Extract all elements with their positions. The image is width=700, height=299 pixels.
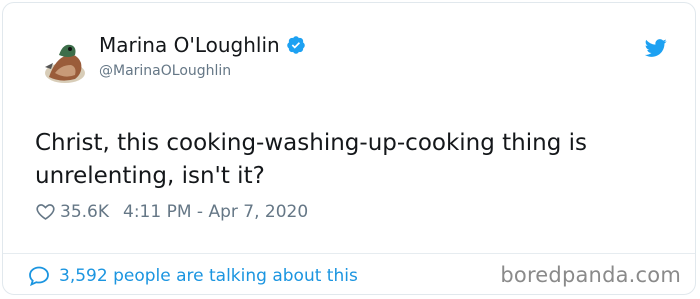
heart-outline-icon[interactable]: [35, 201, 56, 222]
like-count[interactable]: 35.6K: [60, 202, 109, 222]
tweet-meta: 35.6K 4:11 PM - Apr 7, 2020: [35, 201, 308, 222]
twitter-bird-icon[interactable]: [645, 37, 667, 59]
avatar[interactable]: [37, 33, 93, 89]
display-name[interactable]: Marina O'Loughlin: [99, 33, 306, 57]
watermark: boredpanda.com: [500, 263, 681, 287]
conversation-link[interactable]: 3,592 people are talking about this: [27, 264, 358, 288]
display-name-text[interactable]: Marina O'Loughlin: [99, 33, 280, 57]
verified-badge-icon: [286, 36, 305, 54]
divider: [3, 253, 695, 254]
tweet-card: Marina O'Loughlin @MarinaOLoughlin Chris…: [2, 2, 696, 295]
conversation-label[interactable]: 3,592 people are talking about this: [59, 266, 358, 286]
user-handle[interactable]: @MarinaOLoughlin: [99, 63, 231, 79]
speech-bubble-icon: [29, 266, 49, 287]
tweet-text: Christ, this cooking-washing-up-cooking …: [35, 130, 587, 189]
tweet-timestamp[interactable]: 4:11 PM - Apr 7, 2020: [123, 202, 308, 222]
